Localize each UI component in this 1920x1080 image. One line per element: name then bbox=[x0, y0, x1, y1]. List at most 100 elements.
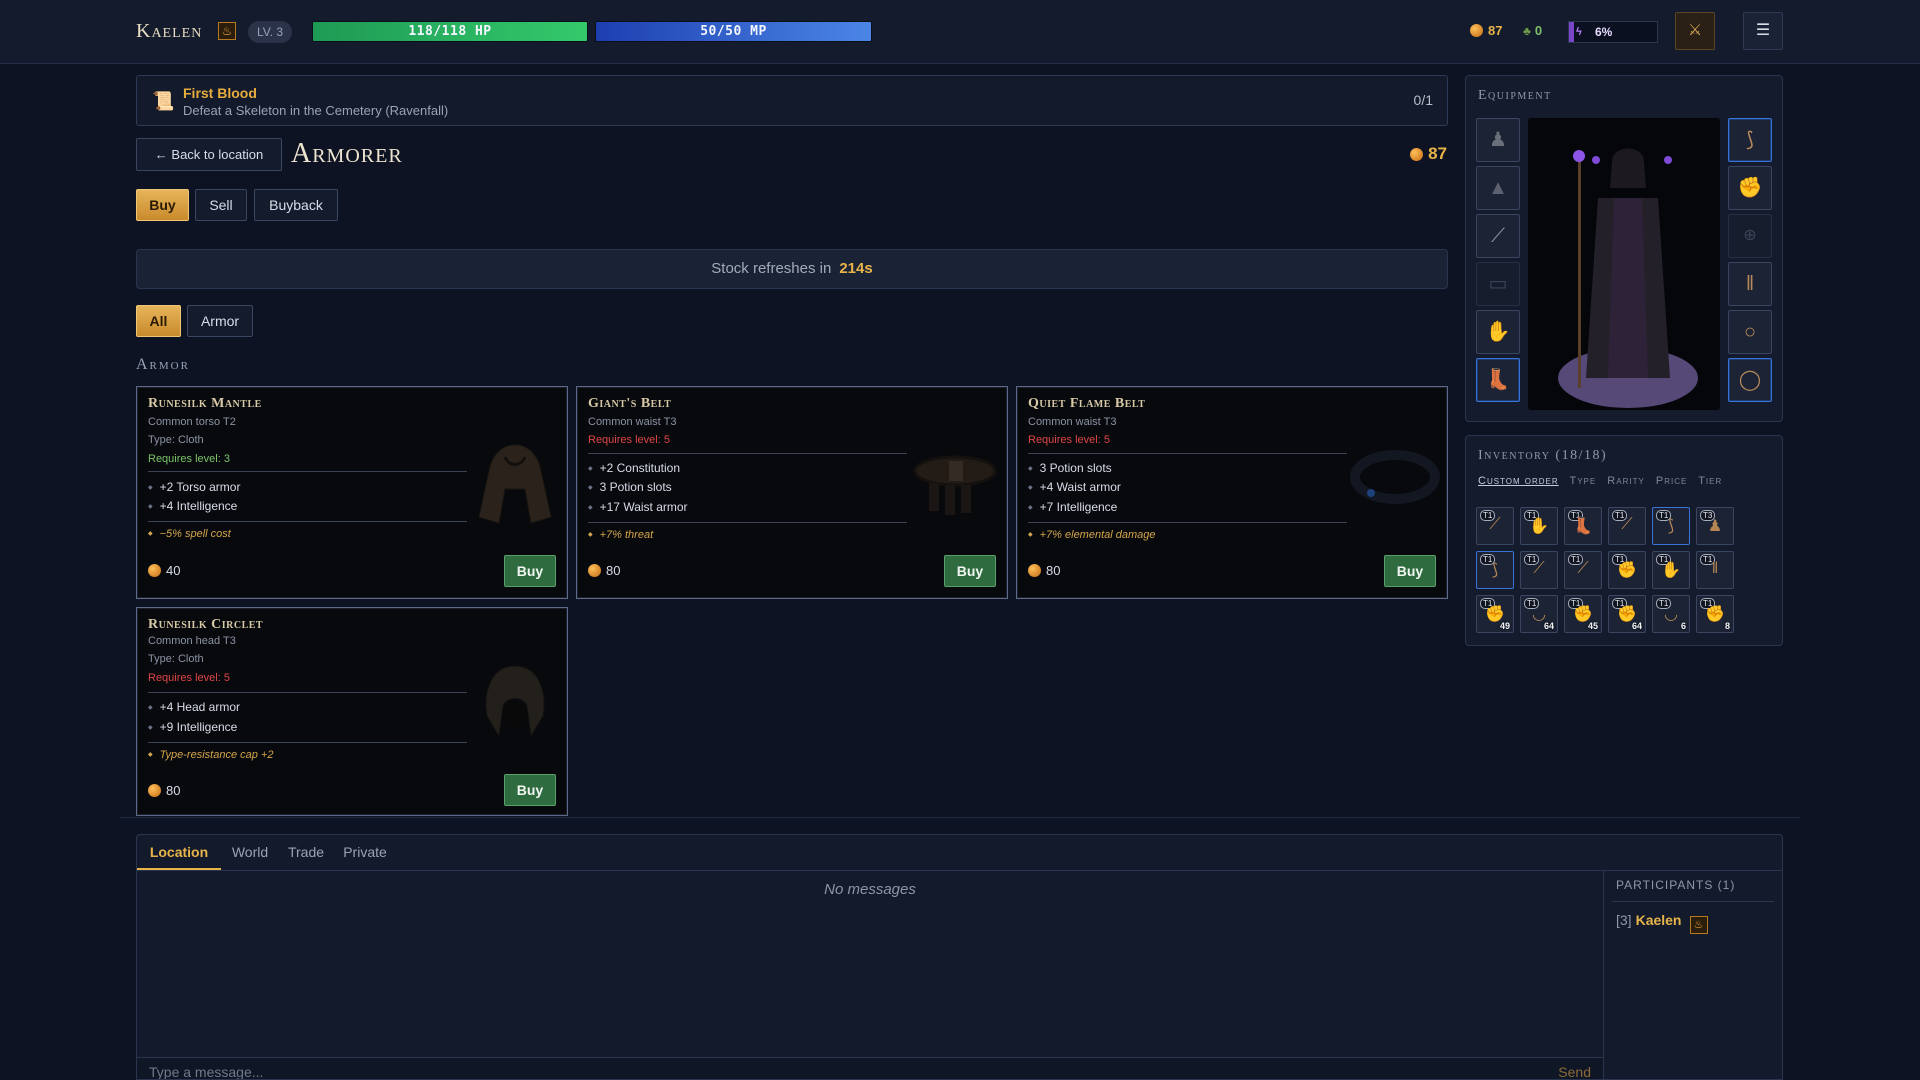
inventory-slot[interactable]: T1 ⟋ bbox=[1564, 551, 1602, 589]
chat-tab-trade[interactable]: Trade bbox=[279, 835, 333, 870]
inventory-slot[interactable]: T1 ⟆ bbox=[1652, 507, 1690, 545]
participant-name: Kaelen bbox=[1635, 912, 1682, 928]
buy-button[interactable]: Buy bbox=[1384, 555, 1436, 587]
ring-icon[interactable]: ◯ bbox=[1728, 358, 1772, 402]
inventory-slot[interactable]: T1 ✊ 8 bbox=[1696, 595, 1734, 633]
sort-type[interactable]: Type bbox=[1570, 475, 1597, 487]
quest-title: First Blood bbox=[183, 85, 257, 101]
empty-belt-slot[interactable]: ▭ bbox=[1476, 262, 1520, 306]
inventory-slot[interactable]: T1 ◡ 64 bbox=[1520, 595, 1558, 633]
sort-tier[interactable]: Tier bbox=[1698, 475, 1722, 487]
sort-price[interactable]: Price bbox=[1656, 475, 1687, 487]
item-affix: +7% elemental damage bbox=[1028, 529, 1156, 541]
inventory-slot[interactable]: T1 ✊ 49 bbox=[1476, 595, 1514, 633]
inventory-slot[interactable]: T1 ⟆ bbox=[1476, 551, 1514, 589]
participant-row[interactable]: [3] Kaelen ♨ bbox=[1616, 912, 1708, 934]
inventory-slot[interactable]: T1 ⟋ bbox=[1476, 507, 1514, 545]
gold-amount: 87 bbox=[1488, 23, 1503, 38]
belt-art-icon bbox=[913, 455, 997, 515]
item-subtitle: Common torso T2 bbox=[148, 416, 236, 428]
helmet-icon[interactable]: ♟ bbox=[1476, 118, 1520, 162]
flame-class-icon: ♨ bbox=[218, 22, 236, 40]
item-affix: Type-resistance cap +2 bbox=[148, 749, 274, 761]
mp-text: 50/50 MP bbox=[700, 24, 767, 39]
item-name: Runesilk Circlet bbox=[148, 617, 264, 632]
filter-armor[interactable]: Armor bbox=[187, 305, 253, 337]
participant-level: [3] bbox=[1616, 912, 1632, 928]
filter-all[interactable]: All bbox=[136, 305, 181, 337]
item-type: Type: Cloth bbox=[148, 653, 204, 665]
buy-button[interactable]: Buy bbox=[504, 555, 556, 587]
menu-button[interactable]: ☰ bbox=[1743, 12, 1783, 50]
item-stat: +4 Waist armor bbox=[1028, 480, 1121, 494]
item-subtitle: Common waist T3 bbox=[1028, 416, 1117, 428]
item-icon: ⟋ bbox=[1577, 560, 1589, 577]
mp-bar: 50/50 MP bbox=[595, 21, 872, 42]
shop-item-card[interactable]: Runesilk Circlet Common head T3 Type: Cl… bbox=[136, 607, 568, 816]
inventory-slot[interactable]: T1 ⟋ bbox=[1608, 507, 1646, 545]
chat-message-input[interactable] bbox=[149, 1064, 1449, 1079]
sort-custom-order[interactable]: Custom order bbox=[1478, 475, 1559, 487]
horn-icon[interactable]: ⟆ bbox=[1728, 118, 1772, 162]
refresh-timer: 214s bbox=[839, 260, 873, 277]
inventory-slot[interactable]: T1 ✊ 45 bbox=[1564, 595, 1602, 633]
inventory-slot[interactable]: T1 👢 bbox=[1564, 507, 1602, 545]
stack-quantity: 8 bbox=[1724, 621, 1730, 631]
shop-item-card[interactable]: Quiet Flame Belt Common waist T3 Require… bbox=[1016, 386, 1448, 599]
item-icon: ✋ bbox=[1661, 562, 1681, 579]
inventory-panel: Inventory (18/18) Custom order Type Rari… bbox=[1465, 435, 1783, 646]
shop-item-card[interactable]: Giant's Belt Common waist T3 Requires le… bbox=[576, 386, 1008, 599]
buy-button[interactable]: Buy bbox=[944, 555, 996, 587]
robe-icon[interactable]: ▲ bbox=[1476, 166, 1520, 210]
divider bbox=[588, 522, 907, 523]
inventory-slot[interactable]: T1 ✋ bbox=[1652, 551, 1690, 589]
chat-tab-private[interactable]: Private bbox=[333, 835, 397, 870]
herb-counter: ♣ 0 bbox=[1523, 22, 1542, 40]
inventory-slot[interactable]: T1 ✊ bbox=[1608, 551, 1646, 589]
inventory-slot[interactable]: T3 ♟ bbox=[1696, 507, 1734, 545]
inventory-slot[interactable]: T1 ◡ 6 bbox=[1652, 595, 1690, 633]
crossed-swords-button[interactable]: ⚔ bbox=[1675, 12, 1715, 50]
item-stat: +7 Intelligence bbox=[1028, 500, 1118, 514]
equipment-title: Equipment bbox=[1478, 88, 1552, 103]
quest-tracker[interactable]: 📜 First Blood Defeat a Skeleton in the C… bbox=[136, 75, 1448, 126]
chat-tab-world[interactable]: World bbox=[221, 835, 279, 870]
shop-item-card[interactable]: Runesilk Mantle Common torso T2 Type: Cl… bbox=[136, 386, 568, 599]
item-price: 80 bbox=[588, 563, 620, 578]
boots-icon[interactable]: 👢 bbox=[1476, 358, 1520, 402]
back-to-location-button[interactable]: ← Back to location bbox=[136, 138, 282, 171]
coin-icon bbox=[148, 564, 161, 577]
item-stat: +17 Waist armor bbox=[588, 500, 688, 514]
mage-portrait-image bbox=[1558, 148, 1698, 408]
gauntlet-icon[interactable]: ✊ bbox=[1728, 166, 1772, 210]
item-name: Giant's Belt bbox=[588, 396, 672, 411]
mode-sell-tab[interactable]: Sell bbox=[195, 189, 247, 221]
empty-slot-icon[interactable]: ⊕ bbox=[1728, 214, 1772, 258]
item-icon: ♟ bbox=[1707, 518, 1723, 535]
participants-title: PARTICIPANTS (1) bbox=[1616, 878, 1736, 892]
ring-icon[interactable]: ○ bbox=[1728, 310, 1772, 354]
chat-tab-location[interactable]: Location bbox=[137, 835, 221, 870]
mode-buyback-tab[interactable]: Buyback bbox=[254, 189, 338, 221]
hp-bar: 118/118 HP bbox=[312, 21, 588, 42]
send-button[interactable]: Send bbox=[1558, 1064, 1591, 1079]
item-name: Quiet Flame Belt bbox=[1028, 396, 1146, 411]
divider bbox=[148, 471, 467, 472]
item-subtitle: Common waist T3 bbox=[588, 416, 677, 428]
buy-button[interactable]: Buy bbox=[504, 774, 556, 806]
bracers-icon[interactable]: ‖ bbox=[1728, 262, 1772, 306]
inventory-slot[interactable]: T1 ‖ bbox=[1696, 551, 1734, 589]
item-name: Runesilk Mantle bbox=[148, 396, 262, 411]
item-price-value: 80 bbox=[606, 563, 621, 578]
divider bbox=[1603, 870, 1604, 1079]
inventory-slot[interactable]: T1 ⟋ bbox=[1520, 551, 1558, 589]
gloves-icon[interactable]: ✋ bbox=[1476, 310, 1520, 354]
inventory-slot[interactable]: T1 ✊ 64 bbox=[1608, 595, 1646, 633]
top-bar: Kaelen ♨ LV. 3 118/118 HP 50/50 MP 87 ♣ 0… bbox=[0, 0, 1920, 64]
inventory-slot[interactable]: T1 ✋ bbox=[1520, 507, 1558, 545]
sort-rarity[interactable]: Rarity bbox=[1607, 475, 1645, 487]
mode-buy-tab[interactable]: Buy bbox=[136, 189, 189, 221]
staff-icon[interactable]: ⟋ bbox=[1476, 214, 1520, 258]
coin-icon bbox=[1410, 148, 1424, 161]
hp-text: 118/118 HP bbox=[408, 24, 492, 39]
